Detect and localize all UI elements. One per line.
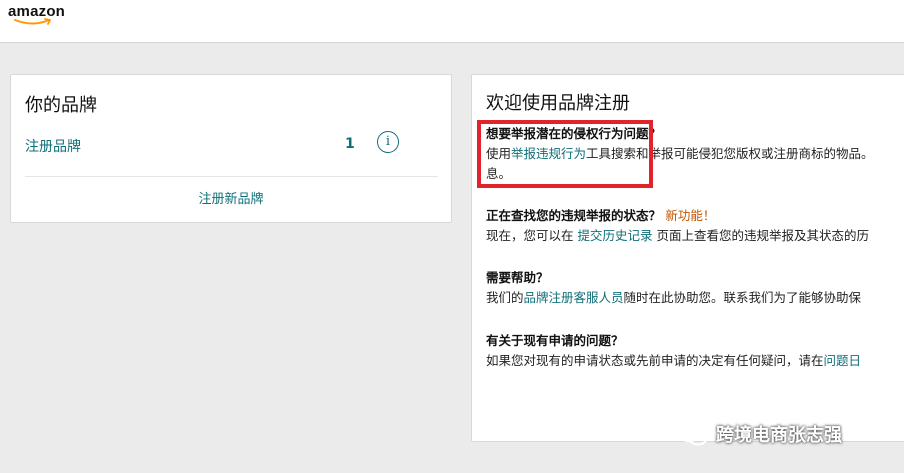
body-text: 页面上查看您的违规举报及其状态的历 [652,228,869,243]
top-navigation-bar: amazon [0,0,904,43]
submission-history-link[interactable]: 提交历史记录 [577,228,652,243]
report-status-heading: 正在查找您的违规举报的状态？ 新功能！ [486,206,904,226]
registered-brands-count[interactable]: 1 [345,136,355,152]
report-status-section: 正在查找您的违规举报的状态？ 新功能！ 现在，您可以在 提交历史记录 页面上查看… [486,206,904,246]
register-new-brand-link[interactable]: 注册新品牌 [11,188,451,207]
red-highlight-annotation [477,120,653,188]
registered-brands-link[interactable]: 注册品牌 [25,136,81,156]
body-text: 我们的 [486,290,524,305]
your-brands-title: 你的品牌 [25,95,97,116]
brand-support-link[interactable]: 品牌注册客服人员 [524,290,624,305]
wechat-icon [676,421,709,446]
watermark: 跨境电商张志强 [676,420,842,448]
amazon-logo[interactable]: amazon [8,3,88,29]
need-help-section: 需要帮助？ 我们的品牌注册客服人员随时在此协助您。联系我们为了能够协助保 [486,268,904,308]
new-feature-badge: 新功能！ [665,208,716,223]
need-help-heading: 需要帮助？ [486,270,549,285]
case-log-link[interactable]: 问题日 [824,353,862,368]
card-divider [25,176,438,177]
body-text: 如果您对现有的申请状态或先前申请的决定有任何疑问，请在 [486,353,824,368]
body-text: 现在，您可以在 [486,228,578,243]
heading-text: 正在查找您的违规举报的状态？ [486,208,662,223]
need-help-body: 我们的品牌注册客服人员随时在此协助您。联系我们为了能够协助保 [486,288,904,308]
body-text: 随时在此协助您。联系我们为了能够协助保 [623,290,862,305]
info-icon[interactable]: i [377,131,399,153]
existing-application-heading: 有关于现有申请的问题？ [486,333,624,348]
your-brands-card: 你的品牌 注册品牌 1 i 注册新品牌 [10,74,452,223]
existing-application-body: 如果您对现有的申请状态或先前申请的决定有任何疑问，请在问题日 [486,351,904,371]
watermark-text: 跨境电商张志强 [716,425,842,446]
welcome-title: 欢迎使用品牌注册 [486,93,630,114]
report-status-body: 现在，您可以在 提交历史记录 页面上查看您的违规举报及其状态的历 [486,226,904,246]
smile-arrow-icon [14,18,51,25]
existing-application-section: 有关于现有申请的问题？ 如果您对现有的申请状态或先前申请的决定有任何疑问，请在问… [486,331,904,371]
